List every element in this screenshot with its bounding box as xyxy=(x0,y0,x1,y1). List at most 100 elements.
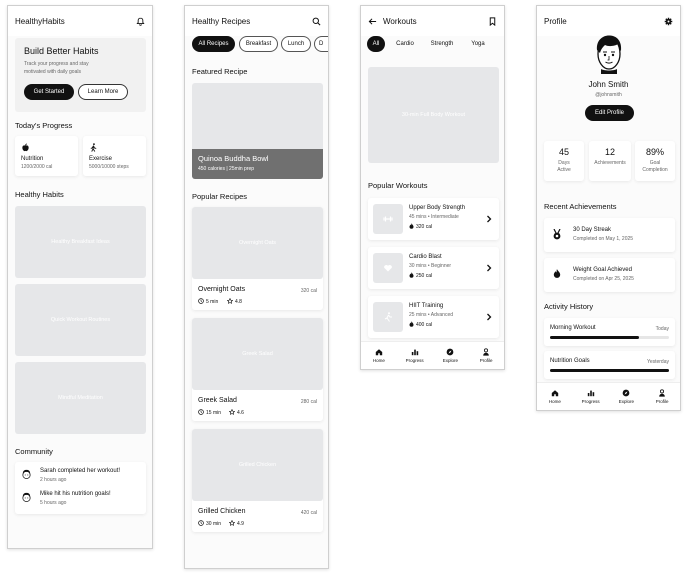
chip-breakfast[interactable]: Breakfast xyxy=(239,36,278,52)
gear-icon[interactable] xyxy=(664,17,673,26)
learn-more-button[interactable]: Learn More xyxy=(78,84,128,100)
bottom-nav: Home Progress Explore Profile xyxy=(537,382,680,410)
activity-progress-fill xyxy=(550,369,669,372)
recipe-time: 5 min xyxy=(206,299,219,305)
chip-strength[interactable]: Strength xyxy=(425,36,459,52)
workout-calories: 250 cal xyxy=(416,273,433,279)
hero-subtitle-2: motivated with daily goals xyxy=(24,69,81,75)
workout-name: Upper Body Strength xyxy=(409,205,466,211)
dumbbell-icon xyxy=(383,214,393,224)
flame-icon xyxy=(409,223,414,229)
workout-calories: 400 cal xyxy=(416,322,433,328)
habits-section-title: Healthy Habits xyxy=(15,190,64,199)
stat-goal-completion: 89% Goal Completion xyxy=(635,141,675,181)
nav-home[interactable]: Home xyxy=(361,342,397,369)
nav-progress[interactable]: Progress xyxy=(573,383,609,410)
stat-label: Days xyxy=(558,160,570,166)
chip-dinner[interactable]: D xyxy=(314,36,328,52)
chevron-right-icon[interactable] xyxy=(486,215,492,223)
activity-progress-bar xyxy=(550,369,669,372)
activity-card-workout[interactable]: Morning Workout Today xyxy=(544,318,675,346)
recipe-calories: 280 cal xyxy=(300,399,317,405)
hero-title: Build Better Habits xyxy=(24,46,99,56)
recipes-header: Healthy Recipes xyxy=(185,6,328,36)
nav-explore[interactable]: Explore xyxy=(433,342,469,369)
medal-icon xyxy=(552,228,562,240)
chip-lunch[interactable]: Lunch xyxy=(281,36,311,52)
chevron-right-icon[interactable] xyxy=(486,264,492,272)
bookmark-icon[interactable] xyxy=(488,16,497,26)
habit-card-breakfast[interactable]: Healthy Breakfast Ideas xyxy=(15,206,146,278)
nav-label: Progress xyxy=(405,358,424,363)
post-time-1: 2 hours ago xyxy=(40,477,67,483)
bottom-nav: Home Progress Explore Profile xyxy=(361,341,504,369)
workout-card-upper-body[interactable]: Upper Body Strength 45 mins • Intermedia… xyxy=(368,198,499,240)
back-arrow-icon[interactable] xyxy=(368,17,377,26)
achievement-card-weight[interactable]: Weight Goal Achieved Completed on Apr 25… xyxy=(544,258,675,292)
featured-recipe-name: Quinoa Buddha Bowl xyxy=(198,154,269,163)
workout-thumb xyxy=(373,204,403,234)
running-icon xyxy=(383,312,393,322)
activity-when: Yesterday xyxy=(646,359,669,365)
exercise-card[interactable]: Exercise 5000/10000 steps xyxy=(83,136,146,176)
recipes-title: Healthy Recipes xyxy=(192,16,251,26)
featured-overlay: Quinoa Buddha Bowl 450 calories | 25min … xyxy=(192,149,323,179)
search-icon[interactable] xyxy=(312,17,321,26)
app-header: HealthyHabits xyxy=(8,6,152,36)
home-screen: HealthyHabits Build Better Habits Track … xyxy=(7,5,153,549)
recipe-card-oats[interactable]: Overnight Oats Overnight Oats 320 cal 5 … xyxy=(192,207,323,310)
recipe-name: Greek Salad xyxy=(198,397,237,404)
activity-section-title: Activity History xyxy=(544,302,594,311)
nav-home[interactable]: Home xyxy=(537,383,573,410)
nutrition-card[interactable]: Nutrition 1200/2000 cal xyxy=(15,136,78,176)
profile-header: Profile xyxy=(537,6,680,36)
stat-label: Completion xyxy=(642,167,668,173)
nav-label: Home xyxy=(548,399,561,404)
nav-label: Progress xyxy=(581,399,600,404)
activity-progress-fill xyxy=(550,336,640,339)
habit-card-workout[interactable]: Quick Workout Routines xyxy=(15,284,146,356)
hero-subtitle-1: Track your progress and stay xyxy=(24,61,89,67)
stat-value: 89% xyxy=(645,147,664,157)
nav-explore[interactable]: Explore xyxy=(609,383,645,410)
person-icon xyxy=(482,348,490,356)
get-started-button[interactable]: Get Started xyxy=(24,84,74,100)
nav-progress[interactable]: Progress xyxy=(397,342,433,369)
bell-icon[interactable] xyxy=(136,17,145,26)
chevron-right-icon[interactable] xyxy=(486,313,492,321)
home-icon xyxy=(551,389,559,397)
chip-all[interactable]: All xyxy=(367,36,385,52)
profile-screen: Profile John Smith @johnsmith Edit Profi… xyxy=(536,5,681,411)
post-text-2: Mike hit his nutrition goals! xyxy=(40,491,111,497)
post-time-2: 5 hours ago xyxy=(40,500,67,506)
clock-icon xyxy=(198,298,204,304)
recipe-card-grilled-chicken[interactable]: Grilled Chicken Grilled Chicken 420 cal … xyxy=(192,429,323,532)
workout-card-cardio[interactable]: Cardio Blast 30 mins • Beginner 250 cal xyxy=(368,247,499,289)
chip-cardio[interactable]: Cardio xyxy=(391,36,419,52)
stat-achievements: 12 Achievements xyxy=(589,141,631,181)
workout-name: HIIT Training xyxy=(409,303,444,309)
popular-recipes-title: Popular Recipes xyxy=(192,192,248,201)
habit-card-meditation[interactable]: Mindful Meditation xyxy=(15,362,146,434)
workout-card-hiit[interactable]: HIIT Training 25 mins • Advanced 400 cal xyxy=(368,296,499,338)
person-icon xyxy=(658,389,666,397)
activity-name: Nutrition Goals xyxy=(550,358,590,364)
activity-card-nutrition[interactable]: Nutrition Goals Yesterday xyxy=(544,351,675,379)
workout-hero-image[interactable]: 30-min Full Body Workout xyxy=(368,67,499,163)
nav-profile[interactable]: Profile xyxy=(468,342,504,369)
recipe-name: Grilled Chicken xyxy=(198,508,246,515)
stat-value: 45 xyxy=(558,147,569,157)
recipe-card-greek-salad[interactable]: Greek Salad Greek Salad 280 cal 15 min 4… xyxy=(192,318,323,421)
stat-value: 12 xyxy=(604,147,615,157)
chip-all-recipes[interactable]: All Recipes xyxy=(192,36,235,52)
recipe-rating: 4.6 xyxy=(237,410,244,416)
nav-profile[interactable]: Profile xyxy=(644,383,680,410)
chip-yoga[interactable]: Yoga xyxy=(465,36,491,52)
workouts-title: Workouts xyxy=(383,16,417,26)
achievement-card-streak[interactable]: 30 Day Streak Completed on May 1, 2025 xyxy=(544,218,675,252)
edit-profile-button[interactable]: Edit Profile xyxy=(585,105,634,121)
achievement-name: Weight Goal Achieved xyxy=(573,267,632,273)
activity-name: Morning Workout xyxy=(550,325,596,331)
featured-recipe-card[interactable]: Quinoa Buddha Bowl 450 calories | 25min … xyxy=(192,83,323,179)
star-icon xyxy=(228,408,236,415)
